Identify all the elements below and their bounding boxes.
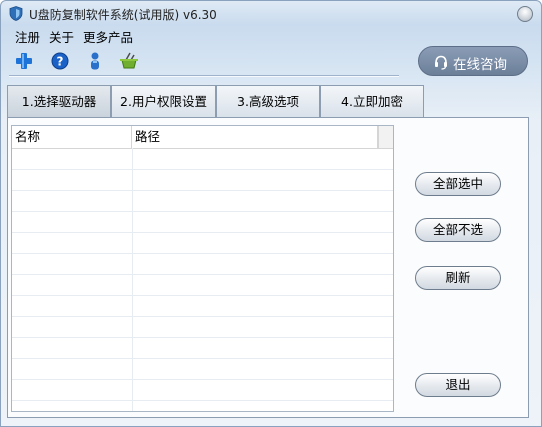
empty-row-line xyxy=(12,295,393,296)
app-window: U盘防复制软件系统(试用版) v6.30 注册 关于 更多产品 ? 在线咨询 1… xyxy=(0,0,542,427)
add-icon[interactable] xyxy=(13,50,35,72)
drive-list-header: 名称 路径 xyxy=(12,126,393,149)
list-scroll-corner xyxy=(378,126,393,148)
column-header-name[interactable]: 名称 xyxy=(12,126,132,148)
empty-row-line xyxy=(12,337,393,338)
menu-about[interactable]: 关于 xyxy=(49,27,74,46)
empty-row-line xyxy=(12,379,393,380)
select-all-button[interactable]: 全部选中 xyxy=(415,172,501,196)
user-icon[interactable] xyxy=(84,50,106,72)
refresh-button[interactable]: 刷新 xyxy=(415,266,501,290)
window-title: U盘防复制软件系统(试用版) v6.30 xyxy=(29,8,217,22)
empty-row-line xyxy=(12,274,393,275)
empty-row-line xyxy=(12,169,393,170)
column-header-path[interactable]: 路径 xyxy=(132,126,378,148)
tab-panel-select-drive: 名称 路径 全部选中 全部不选 刷新 退出 xyxy=(7,117,529,418)
empty-row-line xyxy=(12,253,393,254)
menu-register[interactable]: 注册 xyxy=(15,27,40,46)
help-icon[interactable]: ? xyxy=(49,50,71,72)
title-bar[interactable]: U盘防复制软件系统(试用版) v6.30 xyxy=(1,1,541,27)
close-button[interactable] xyxy=(517,6,533,22)
tab-user-permissions[interactable]: 2.用户权限设置 xyxy=(111,85,216,117)
online-consult-button[interactable]: 在线咨询 xyxy=(418,46,528,76)
online-consult-label: 在线咨询 xyxy=(453,57,507,73)
tab-select-drive[interactable]: 1.选择驱动器 xyxy=(7,85,111,118)
tab-encrypt-now[interactable]: 4.立即加密 xyxy=(320,85,424,117)
drive-list[interactable]: 名称 路径 xyxy=(11,125,394,412)
tab-advanced-options[interactable]: 3.高级选项 xyxy=(216,85,320,117)
headset-icon xyxy=(435,55,447,70)
toolbar-divider xyxy=(9,75,399,77)
exit-button[interactable]: 退出 xyxy=(415,373,501,397)
svg-text:?: ? xyxy=(57,55,64,69)
empty-row-line xyxy=(12,358,393,359)
empty-row-line xyxy=(12,211,393,212)
shield-app-icon xyxy=(9,6,23,21)
empty-row-line xyxy=(12,400,393,401)
menu-more-products[interactable]: 更多产品 xyxy=(83,27,133,46)
select-none-button[interactable]: 全部不选 xyxy=(415,218,501,242)
empty-row-line xyxy=(12,232,393,233)
empty-row-line xyxy=(12,316,393,317)
basket-icon[interactable] xyxy=(118,50,140,72)
empty-row-line xyxy=(12,190,393,191)
column-divider xyxy=(132,148,133,411)
